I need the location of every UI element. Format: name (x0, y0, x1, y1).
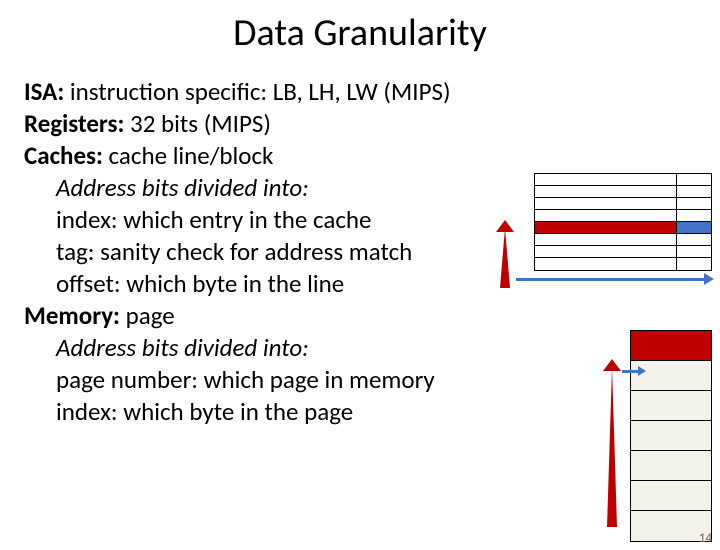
memory-row (631, 451, 711, 481)
isa-text: instruction specific: LB, LH, LW (MIPS) (64, 76, 450, 107)
arrow-right-icon (622, 370, 640, 373)
line-isa: ISA: instruction specific: LB, LH, LW (M… (24, 76, 720, 108)
cache-row (535, 234, 711, 246)
cache-diagram (534, 173, 712, 271)
line-registers: Registers: 32 bits (MIPS) (24, 108, 720, 140)
memory-row-highlight (631, 331, 711, 361)
arrow-up-icon (607, 367, 617, 527)
cache-row (535, 186, 711, 198)
cache-row-highlight (535, 222, 711, 234)
memory-row (631, 391, 711, 421)
isa-label: ISA: (24, 76, 64, 107)
memory-row (631, 421, 711, 451)
cache-row (535, 198, 711, 210)
reg-text: 32 bits (MIPS) (124, 108, 271, 139)
arrow-up-icon (500, 228, 510, 288)
line-caches: Caches: cache line/block (24, 140, 720, 172)
arrow-right-icon (516, 278, 706, 281)
cache-offset: offset: which byte in the line (24, 268, 720, 300)
cache-row (535, 246, 711, 258)
cache-text: cache line/block (103, 140, 273, 171)
slide-title: Data Granularity (0, 10, 720, 56)
mem-label: Memory: (24, 300, 120, 331)
memory-row (631, 481, 711, 511)
cache-row (535, 174, 711, 186)
cache-row (535, 258, 711, 270)
mem-text: page (120, 300, 175, 331)
cache-row (535, 210, 711, 222)
memory-diagram (630, 330, 712, 542)
line-memory: Memory: page (24, 300, 720, 332)
cache-label: Caches: (24, 140, 103, 171)
page-number: 14 (699, 531, 712, 546)
reg-label: Registers: (24, 108, 124, 139)
